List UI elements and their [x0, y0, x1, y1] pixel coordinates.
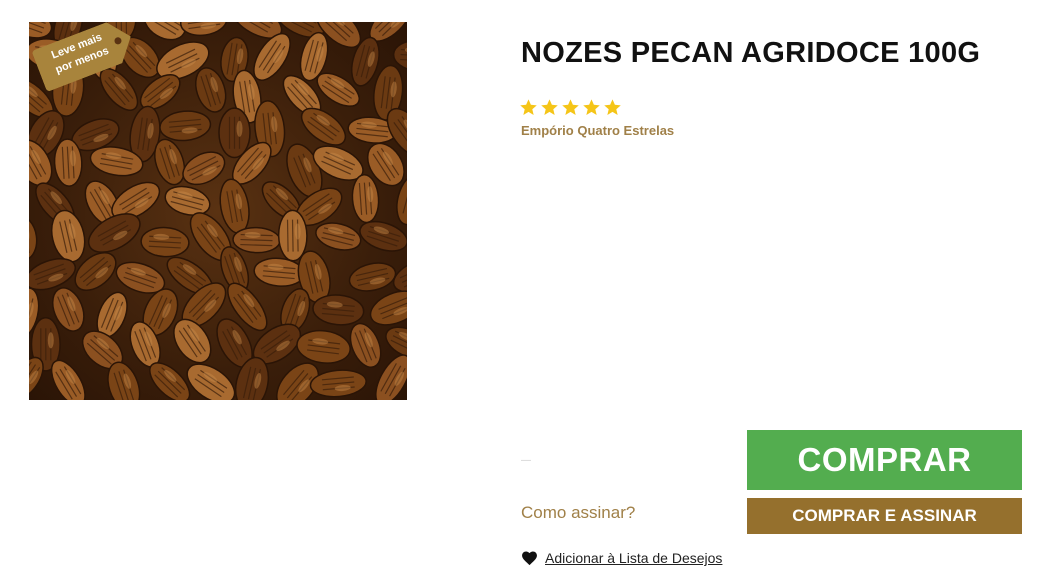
price-placeholder: — [521, 455, 531, 466]
how-subscribe-link[interactable]: Como assinar? [521, 503, 635, 523]
wishlist-label: Adicionar à Lista de Desejos [545, 550, 723, 566]
star-icon [562, 99, 579, 116]
star-icon [604, 99, 621, 116]
buy-and-subscribe-button[interactable]: COMPRAR E ASSINAR [747, 498, 1022, 534]
star-icon [583, 99, 600, 116]
heart-icon [522, 551, 537, 566]
product-rating [519, 98, 622, 117]
pecan-nuts-photo [29, 22, 407, 400]
star-icon [520, 99, 537, 116]
add-to-wishlist[interactable]: Adicionar à Lista de Desejos [521, 550, 722, 566]
product-image[interactable] [29, 22, 407, 400]
brand-link[interactable]: Empório Quatro Estrelas [521, 123, 674, 138]
product-title: NOZES PECAN AGRIDOCE 100G [521, 37, 981, 69]
star-icon [541, 99, 558, 116]
buy-button[interactable]: COMPRAR [747, 430, 1022, 490]
